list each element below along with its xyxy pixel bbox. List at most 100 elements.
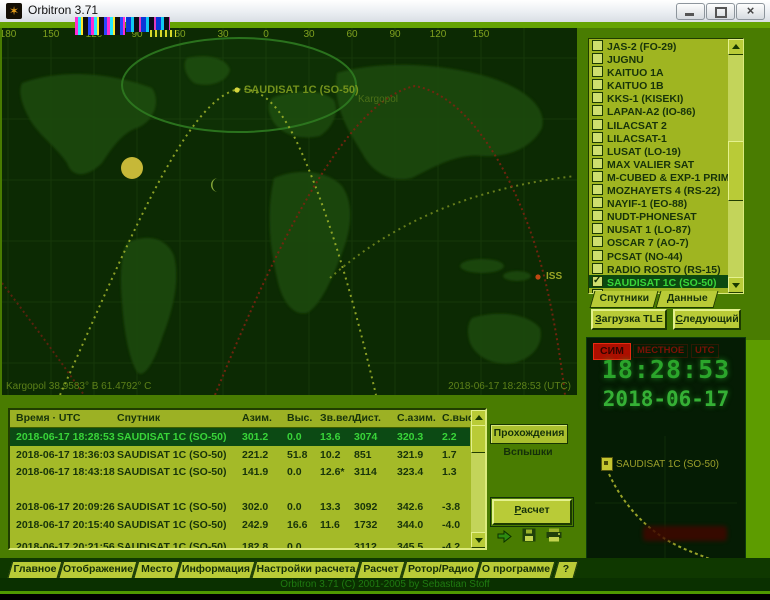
next-button[interactable]: Следующий — [673, 309, 741, 330]
world-map[interactable]: 180 150 120 90 60 30 0 30 60 90 120 150 … — [2, 28, 577, 395]
col-elevation[interactable]: Выс. — [287, 412, 312, 424]
col-time[interactable]: Время · UTC — [16, 412, 81, 424]
map-lon-label: 150 — [39, 29, 63, 40]
checkbox-unchecked-icon[interactable] — [592, 40, 603, 51]
checkbox-unchecked-icon[interactable] — [592, 119, 603, 130]
tab-display[interactable]: Отображение — [59, 561, 138, 578]
map-status-datetime: 2018-06-17 18:28:53 (UTC) — [448, 381, 571, 392]
col-azimuth[interactable]: Азим. — [242, 412, 272, 424]
tab-help[interactable]: ? — [554, 561, 579, 578]
scrollbar-thumb[interactable] — [471, 425, 487, 453]
tab-about[interactable]: О программе — [477, 561, 556, 578]
map-lon-label: 30 — [297, 29, 321, 40]
satellite-list-item-selected[interactable]: SAUDISAT 1C (SO-50) — [589, 275, 743, 288]
render-glitch — [150, 30, 176, 37]
close-button[interactable]: × — [736, 3, 765, 20]
satellite-list-item[interactable]: OSCAR 7 (AO-7) — [589, 235, 743, 248]
table-scrollbar[interactable] — [471, 410, 486, 548]
scroll-down-button[interactable] — [471, 532, 487, 548]
arrow-up-icon — [732, 44, 740, 49]
checkbox-unchecked-icon[interactable] — [592, 53, 603, 64]
satellite-list-item[interactable]: KAITUO 1A — [589, 65, 743, 78]
save-icon[interactable] — [522, 528, 536, 542]
checkbox-unchecked-icon[interactable] — [592, 250, 603, 261]
checkbox-unchecked-icon[interactable] — [592, 66, 603, 77]
satellite-list-item[interactable]: LILACSAT-1 — [589, 131, 743, 144]
satellite-list-item[interactable]: LAPAN-A2 (IO-86) — [589, 104, 743, 117]
col-satellite[interactable]: Спутник — [117, 412, 160, 424]
satellite-list-item[interactable]: RADIO ROSTO (RS-15) — [589, 262, 743, 275]
passes-mode-button[interactable]: Прохождения — [490, 424, 568, 444]
tab-rotor-radio[interactable]: Ротор/Радио — [402, 561, 481, 578]
frame-bottom — [0, 594, 770, 600]
col-distance[interactable]: Дист. — [354, 412, 381, 424]
satellite-list-item[interactable]: NUSAT 1 (LO-87) — [589, 222, 743, 235]
checkbox-unchecked-icon[interactable] — [592, 79, 603, 90]
satellite-list-item[interactable]: MAX VALIER SAT — [589, 157, 743, 170]
maximize-icon — [715, 7, 727, 18]
pass-row[interactable]: 2018-06-17 18:43:18SAUDISAT 1C (SO-50) 1… — [10, 463, 470, 481]
col-sun-azimuth[interactable]: С.азим. — [397, 412, 436, 424]
tab-information[interactable]: Информация — [177, 561, 256, 578]
checkbox-unchecked-icon[interactable] — [592, 132, 603, 143]
pass-row[interactable]: 2018-06-17 18:36:03SAUDISAT 1C (SO-50) 2… — [10, 446, 470, 464]
satellite-list-item[interactable]: LILACSAT 2 — [589, 118, 743, 131]
calculate-button[interactable]: Расчет — [492, 499, 572, 525]
map-location-label: Kargopol — [358, 94, 398, 105]
clock-panel: СИМ МЕСТНОЕ UTC 18:28:53 2018-06-17 SAUD… — [586, 337, 746, 566]
tab-location[interactable]: Место — [134, 561, 181, 578]
go-arrow-icon[interactable] — [497, 530, 512, 543]
col-magnitude[interactable]: Зв.вел — [320, 412, 355, 424]
pass-row[interactable]: 2018-06-17 20:15:40SAUDISAT 1C (SO-50) 2… — [10, 516, 470, 534]
satellite-list-item[interactable]: MOZHAYETS 4 (RS-22) — [589, 183, 743, 196]
tab-calc-settings[interactable]: Настройки расчета — [252, 561, 361, 578]
load-tle-button[interactable]: Загрузка TLE — [591, 309, 667, 330]
satellite-list-item[interactable]: JAS-2 (FO-29) — [589, 39, 743, 52]
satellite-list-item[interactable]: JUGNU — [589, 52, 743, 65]
pass-row-selected[interactable]: 2018-06-17 18:28:53SAUDISAT 1C (SO-50) 3… — [10, 428, 470, 446]
checkbox-unchecked-icon[interactable] — [592, 171, 603, 182]
table-header[interactable]: Время · UTC Спутник Азим. Выс. Зв.вел Ди… — [10, 410, 470, 428]
checkbox-unchecked-icon[interactable] — [592, 92, 603, 103]
checkbox-unchecked-icon[interactable] — [592, 263, 603, 274]
sky-track — [609, 474, 723, 565]
checkbox-unchecked-icon[interactable] — [592, 223, 603, 234]
scrollbar-thumb[interactable] — [728, 141, 744, 201]
scroll-up-button[interactable] — [728, 39, 744, 55]
checkbox-unchecked-icon[interactable] — [592, 236, 603, 247]
passes-table[interactable]: Время · UTC Спутник Азим. Выс. Зв.вел Ди… — [8, 408, 487, 550]
tab-data[interactable]: Данные — [656, 291, 719, 308]
satellite-list-item[interactable]: M-CUBED & EXP-1 PRIM — [589, 170, 743, 183]
pass-row[interactable]: 2018-06-17 20:09:26SAUDISAT 1C (SO-50) 3… — [10, 498, 470, 516]
scroll-down-button[interactable] — [728, 277, 744, 293]
checkbox-unchecked-icon[interactable] — [592, 184, 603, 195]
iss-marker — [535, 274, 540, 279]
satellite-list-item[interactable]: PCSAT (NO-44) — [589, 249, 743, 262]
satellite-list-item[interactable]: NUDT-PHONESAT — [589, 209, 743, 222]
maximize-button[interactable] — [706, 3, 735, 20]
satellite-list-item[interactable]: NAYIF-1 (EO-88) — [589, 196, 743, 209]
frame-strip — [746, 340, 770, 566]
checkbox-unchecked-icon[interactable] — [592, 158, 603, 169]
checkbox-unchecked-icon[interactable] — [592, 145, 603, 156]
satellite-list[interactable]: JAS-2 (FO-29) JUGNU KAITUO 1A KAITUO 1B … — [588, 38, 744, 294]
satellite-list-scrollbar[interactable] — [728, 39, 743, 293]
pass-row-partial[interactable]: 2018-06-17 20:21:56SAUDISAT 1C (SO-50) 1… — [10, 538, 470, 550]
flares-mode-button[interactable]: Вспышки — [496, 444, 560, 460]
status-bar: Orbitron 3.71 (C) 2001-2005 by Sebastian… — [0, 578, 770, 591]
satellite-list-item[interactable]: KAITUO 1B — [589, 78, 743, 91]
tab-calculation[interactable]: Расчет — [357, 561, 406, 578]
minimize-button[interactable] — [676, 3, 705, 20]
checkbox-unchecked-icon[interactable] — [592, 197, 603, 208]
tab-satellites[interactable]: Спутники — [590, 291, 659, 308]
tab-main[interactable]: Главное — [8, 561, 63, 578]
checkbox-unchecked-icon[interactable] — [592, 210, 603, 221]
satellite-list-item[interactable]: LUSAT (LO-19) — [589, 144, 743, 157]
checkbox-checked-icon[interactable] — [592, 276, 603, 287]
arrow-down-icon — [475, 538, 483, 543]
scroll-up-button[interactable] — [471, 410, 487, 426]
sky-plot-satellite-label: SAUDISAT 1C (SO-50) — [616, 459, 719, 470]
print-icon[interactable] — [546, 528, 562, 542]
satellite-list-item[interactable]: KKS-1 (KISEKI) — [589, 91, 743, 104]
checkbox-unchecked-icon[interactable] — [592, 105, 603, 116]
